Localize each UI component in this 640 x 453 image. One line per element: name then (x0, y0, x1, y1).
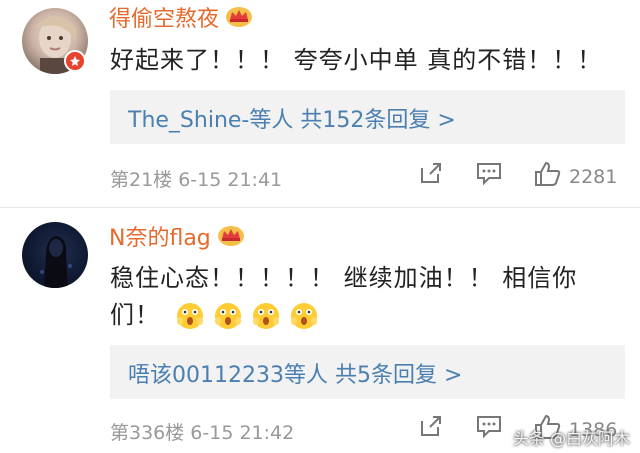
watermark: 头条 @白灰阿木 (512, 429, 630, 448)
comment-text-line-1: 稳住心态！！！！！ 继续加油！！ 相信你 (110, 264, 578, 292)
comment-button[interactable] (475, 413, 503, 444)
reply-summary[interactable]: 唔该00112233等人 共5条回复 > (110, 345, 625, 399)
comment-text-line-2: 们！ (110, 296, 326, 334)
share-button[interactable] (418, 413, 444, 444)
username[interactable]: N奈的flag (109, 224, 245, 254)
comment-icon (475, 413, 503, 444)
avatar[interactable] (22, 222, 88, 288)
surprised-emoji-icon (288, 299, 320, 331)
surprised-emoji-icon (250, 299, 282, 331)
floor-timestamp: 第336楼 6-15 21:42 (110, 422, 295, 444)
share-icon (418, 413, 444, 444)
reply-summary-text: 唔该00112233等人 共5条回复 > (128, 363, 463, 388)
surprised-emoji-icon (174, 299, 206, 331)
emoji-group (174, 299, 326, 331)
comment-text-line-2-text: 们！ (110, 301, 160, 329)
comment-2: N奈的flag 稳住心态！！！！！ 继续加油！！ 相信你 们！ 唔该001122… (0, 0, 640, 453)
crown-icon (217, 224, 245, 254)
surprised-emoji-icon (212, 299, 244, 331)
